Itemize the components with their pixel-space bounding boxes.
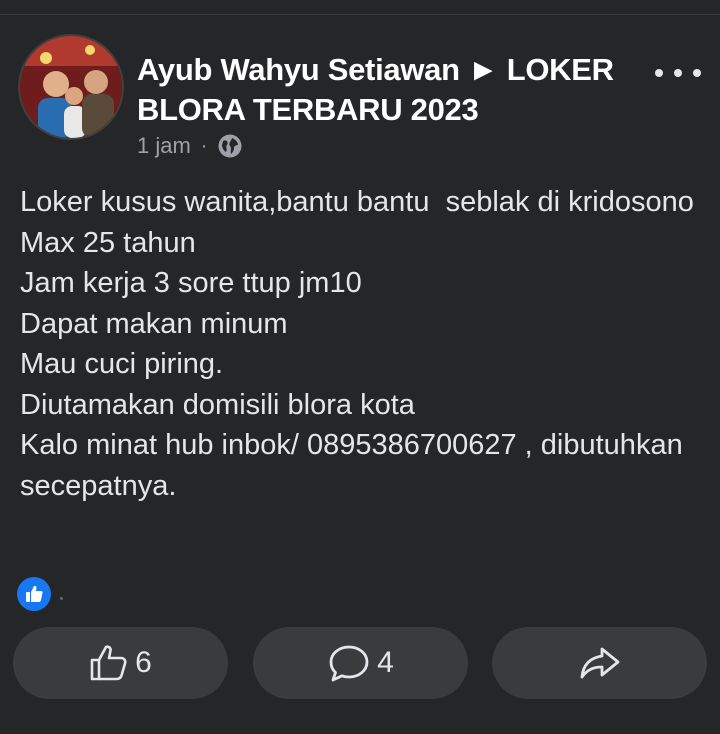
- avatar[interactable]: [18, 34, 124, 140]
- more-dot-icon: [655, 69, 663, 77]
- more-dot-icon: [693, 69, 701, 77]
- more-options-button[interactable]: [655, 62, 701, 84]
- post-line: Loker kusus wanita,bantu bantu seblak di…: [20, 186, 694, 218]
- post-line: Kalo minat hub inbok/ 0895386700627 , di…: [20, 429, 691, 502]
- post-line: Mau cuci piring.: [20, 348, 224, 380]
- like-reaction-icon[interactable]: [17, 577, 51, 611]
- more-dot-icon: [674, 69, 682, 77]
- comment-bubble-icon: [329, 645, 369, 682]
- meta-separator: ·: [200, 134, 208, 157]
- post-body: Loker kusus wanita,bantu bantu seblak di…: [20, 182, 700, 506]
- reaction-dot: [60, 597, 63, 600]
- post-author-group-title[interactable]: Ayub Wahyu Setiawan ► LOKER BLORA TERBAR…: [137, 50, 647, 130]
- post-line: Jam kerja 3 sore ttup jm10: [20, 267, 362, 299]
- post-line: Max 25 tahun: [20, 226, 196, 259]
- globe-icon: [217, 133, 243, 159]
- post-line: Dapat makan minum: [20, 307, 288, 340]
- avatar-photo: [20, 36, 122, 138]
- post-timestamp[interactable]: 1 jam: [137, 133, 191, 159]
- like-button[interactable]: 6: [13, 627, 228, 699]
- share-button[interactable]: [492, 627, 707, 699]
- thumbs-up-outline-icon: [90, 645, 127, 681]
- thumbs-up-icon: [26, 585, 43, 602]
- post-line: Diutamakan domisili blora kota: [20, 388, 415, 421]
- post-meta: 1 jam ·: [137, 130, 243, 162]
- top-divider: [0, 14, 720, 15]
- like-count: 6: [135, 646, 152, 679]
- comment-count: 4: [377, 646, 394, 679]
- comment-button[interactable]: 4: [253, 627, 468, 699]
- share-icon: [580, 647, 619, 679]
